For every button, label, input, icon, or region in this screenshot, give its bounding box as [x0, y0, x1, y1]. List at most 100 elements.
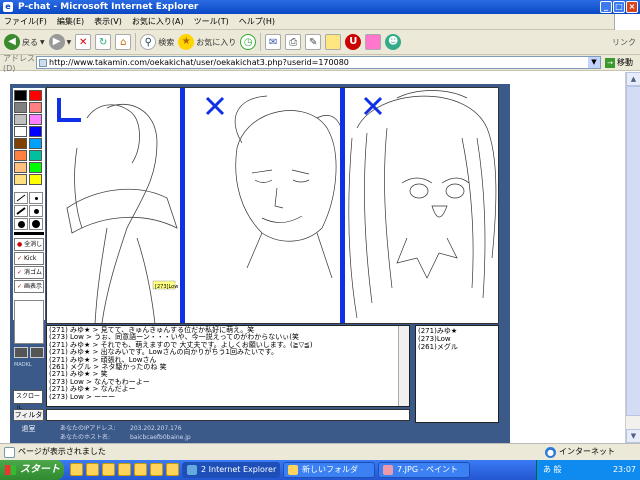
history-icon[interactable]: ◷: [240, 34, 257, 50]
windows-flag-icon: [5, 465, 16, 475]
task-internet-explorer[interactable]: 2 Internet Explorer: [182, 462, 280, 478]
address-dropdown-icon[interactable]: ▼: [588, 57, 600, 68]
color-swatch[interactable]: [29, 90, 42, 101]
task-new-folder[interactable]: 新しいフォルダ: [283, 462, 375, 478]
back-dropdown-icon[interactable]: ▼: [40, 39, 45, 46]
maximize-button[interactable]: □: [613, 1, 625, 13]
madkl-label: MADKL: [14, 362, 32, 368]
host-value: baicbcaefb0baine.jp: [130, 434, 191, 441]
quicklaunch-icon[interactable]: [134, 463, 147, 476]
show-picture-button[interactable]: ✓ 画表示: [14, 280, 44, 293]
menu-favorites[interactable]: お気に入り(A): [132, 16, 184, 27]
messenger-icon[interactable]: ☻: [385, 34, 402, 50]
chat-scrollbar[interactable]: [398, 326, 409, 406]
close-button[interactable]: ×: [626, 1, 638, 13]
minimize-button[interactable]: _: [600, 1, 612, 13]
color-swatch[interactable]: [29, 150, 42, 161]
checkmark-icon: ✓: [17, 255, 23, 262]
quicklaunch-icon[interactable]: [118, 463, 131, 476]
leave-button[interactable]: 退室: [13, 423, 44, 435]
color-swatch[interactable]: [29, 138, 42, 149]
menu-view[interactable]: 表示(V): [94, 16, 122, 27]
pen-size-large[interactable]: [29, 218, 43, 230]
address-label: アドレス(D): [3, 53, 35, 73]
pen-size-small[interactable]: [29, 192, 43, 204]
scroll-thumb[interactable]: [626, 86, 640, 416]
color-swatch[interactable]: [29, 114, 42, 125]
chat-log: (271) みゆ★ > 見てて、きゅんきゅんする位だか私好に萌え。笑 (273)…: [46, 325, 410, 407]
quicklaunch-icon[interactable]: [86, 463, 99, 476]
kick-button[interactable]: ✓ Kick: [14, 252, 44, 265]
user-item[interactable]: (261)メグル: [418, 343, 496, 351]
filter-button[interactable]: フィルタ: [13, 409, 44, 421]
task-paint[interactable]: 7.JPG - ペイント: [378, 462, 470, 478]
toolbar-separator: [260, 33, 262, 51]
color-swatch[interactable]: [14, 102, 27, 113]
user-item[interactable]: (271)みゆ★: [418, 327, 496, 335]
color-swatch[interactable]: [29, 102, 42, 113]
color-swatch[interactable]: [14, 138, 27, 149]
home-icon[interactable]: ⌂: [115, 34, 132, 50]
color-swatch[interactable]: [29, 126, 42, 137]
color-swatch[interactable]: [14, 90, 27, 101]
quicklaunch-icon[interactable]: [166, 463, 179, 476]
links-label[interactable]: リンク: [612, 37, 636, 48]
color-swatch[interactable]: [29, 162, 42, 173]
opacity-slider[interactable]: [14, 300, 44, 344]
color-swatch[interactable]: [14, 114, 27, 125]
pen-size-medium[interactable]: [29, 205, 43, 217]
dot-large-icon: [17, 220, 25, 228]
stop-icon[interactable]: ✕: [75, 34, 92, 50]
scroll-down-icon[interactable]: ▼: [626, 429, 640, 443]
favorites-star-icon: ★: [178, 34, 195, 50]
scroll-up-icon[interactable]: ▲: [626, 72, 640, 86]
address-input[interactable]: http://www.takamin.com/oekakichat/user/o…: [36, 56, 601, 69]
task-label: 7.JPG - ペイント: [397, 465, 458, 474]
start-button[interactable]: スタート: [0, 460, 64, 480]
forward-dropdown-icon[interactable]: ▼: [67, 39, 72, 46]
refresh-icon[interactable]: ↻: [95, 34, 112, 50]
color-swatch[interactable]: [14, 150, 27, 161]
color-swatch[interactable]: [29, 174, 42, 185]
forward-button[interactable]: ▶ ▼: [48, 34, 72, 50]
pen-tool-medium[interactable]: [14, 205, 28, 217]
color-swatch[interactable]: [14, 174, 27, 185]
quicklaunch-icon[interactable]: [150, 463, 163, 476]
drawing-canvas[interactable]: [273]Low: [46, 87, 499, 324]
cursor-user-label: [273]Low: [155, 284, 178, 290]
eraser-button[interactable]: ✓ 消ゴム: [14, 266, 44, 279]
toolbar-u-icon[interactable]: U: [345, 34, 362, 50]
clear-all-button[interactable]: ● 全消し: [14, 238, 44, 251]
pen-tool-thin[interactable]: [14, 192, 28, 204]
line-medium-icon: [16, 207, 26, 215]
menu-file[interactable]: ファイル(F): [4, 16, 47, 27]
scroll-button[interactable]: スクロール: [13, 390, 43, 412]
go-button[interactable]: → 移動: [605, 57, 633, 68]
page-scrollbar[interactable]: ▲ ▼: [625, 72, 640, 443]
layer-icon[interactable]: [14, 347, 28, 358]
mail-small-icon[interactable]: [30, 347, 44, 358]
notepad-icon[interactable]: [325, 34, 342, 50]
menu-help[interactable]: ヘルプ(H): [239, 16, 275, 27]
quicklaunch-icon[interactable]: [102, 463, 115, 476]
user-item[interactable]: (273)Low: [418, 335, 496, 343]
quicklaunch-icon[interactable]: [70, 463, 83, 476]
menu-edit[interactable]: 編集(E): [57, 16, 84, 27]
edit-icon[interactable]: ✎: [305, 34, 322, 50]
color-swatch[interactable]: [14, 126, 27, 137]
chat-input[interactable]: [46, 409, 410, 421]
search-button[interactable]: ⚲ 検索: [140, 34, 174, 50]
page-icon: [39, 59, 47, 67]
clock[interactable]: 23:07: [613, 460, 636, 480]
window-title-bar[interactable]: e P-chat - Microsoft Internet Explorer _…: [0, 0, 640, 14]
mail-icon[interactable]: ✉: [265, 34, 282, 50]
print-icon[interactable]: ⎙: [285, 34, 302, 50]
toolbar-app-icon[interactable]: [365, 34, 382, 50]
pen-tool-thick[interactable]: [14, 218, 28, 230]
ime-indicator[interactable]: あ 般: [543, 460, 562, 480]
favorites-button[interactable]: ★ お気に入り: [178, 34, 236, 50]
color-swatch[interactable]: [14, 162, 27, 173]
line-width-bar[interactable]: [14, 232, 44, 235]
back-button[interactable]: ◀ 戻る ▼: [4, 34, 45, 50]
menu-tools[interactable]: ツール(T): [194, 16, 229, 27]
